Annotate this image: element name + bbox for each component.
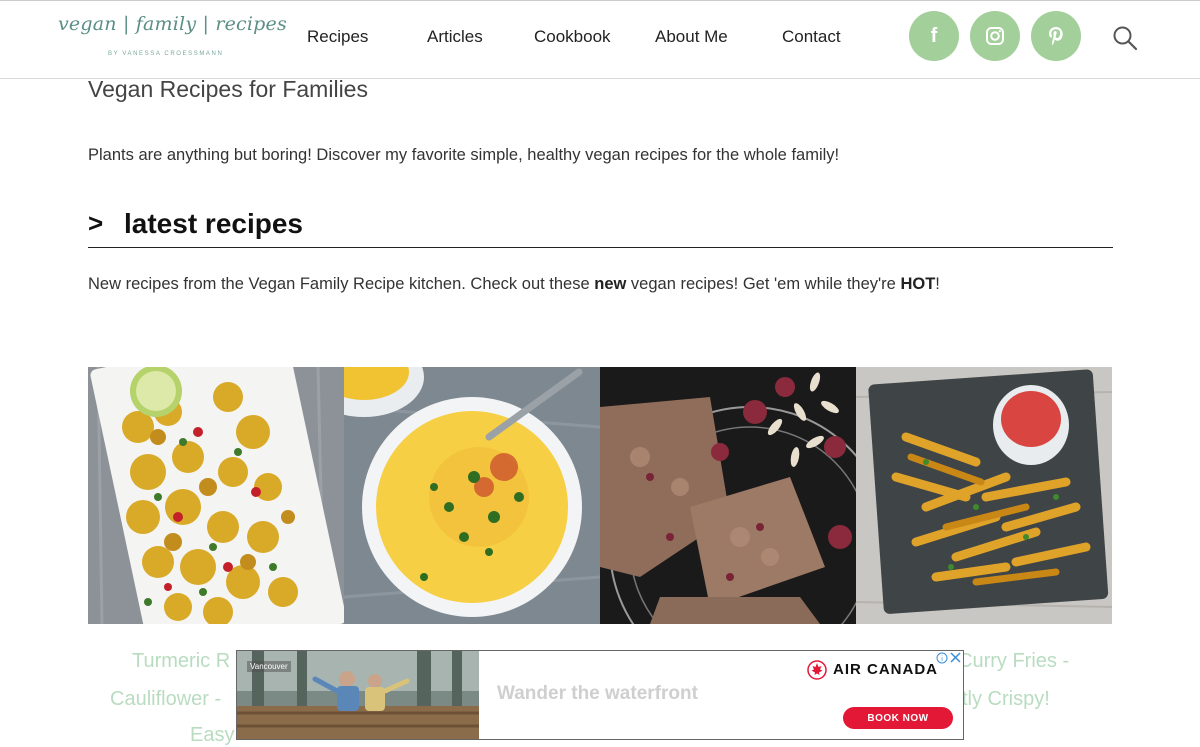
desc-text: New recipes from the Vegan Family Recipe…: [88, 275, 595, 293]
recipe-image: [344, 367, 600, 624]
ad-location-label: Vancouver: [247, 661, 291, 672]
recipe-card-curry-fries[interactable]: [856, 367, 1112, 624]
ad-close-icon[interactable]: i: [936, 651, 962, 665]
latest-recipes-heading: > latest recipes: [88, 206, 1113, 248]
pinterest-button[interactable]: [1031, 11, 1081, 61]
recipe-caption-line[interactable]: tly Crispy!: [962, 688, 1050, 711]
section-description: New recipes from the Vegan Family Recipe…: [88, 275, 940, 294]
desc-text: !: [935, 275, 940, 293]
recipe-card-turmeric-cauliflower[interactable]: [88, 367, 344, 624]
site-logo[interactable]: vegan | family | recipes BY VANESSA CROE…: [58, 13, 287, 63]
maple-leaf-icon: [807, 660, 827, 680]
book-now-button[interactable]: BOOK NOW: [843, 707, 953, 729]
desc-bold-new: new: [594, 275, 627, 293]
logo-text: vegan | family | recipes: [58, 13, 287, 35]
desc-bold-hot: HOT: [900, 275, 936, 293]
ad-brand-name: AIR CANADA: [833, 661, 938, 678]
desc-text: vegan recipes! Get 'em while they're: [626, 275, 901, 293]
facebook-icon: f: [930, 24, 938, 47]
nav-item-cookbook[interactable]: Cookbook: [534, 27, 611, 47]
section-title-label: latest recipes: [124, 208, 303, 239]
recipe-image: [88, 367, 344, 624]
nav-item-recipes[interactable]: Recipes: [307, 27, 368, 47]
recipe-card-soup[interactable]: [344, 367, 600, 624]
svg-text:i: i: [941, 656, 943, 663]
ad-headline: Wander the waterfront: [497, 683, 698, 704]
nav-item-articles[interactable]: Articles: [427, 27, 483, 47]
instagram-icon: [986, 27, 1004, 45]
intro-text: Plants are anything but boring! Discover…: [88, 146, 840, 164]
search-icon[interactable]: [1111, 24, 1139, 52]
nav-item-contact[interactable]: Contact: [782, 27, 841, 47]
recipe-card-scones[interactable]: [600, 367, 856, 624]
pinterest-icon: [1049, 27, 1063, 46]
facebook-button[interactable]: f: [909, 11, 959, 61]
recipe-caption-line[interactable]: Cauliflower -: [110, 688, 221, 711]
logo-subtitle: BY VANESSA CROESSMANN: [108, 51, 224, 57]
sticky-ad-banner[interactable]: Vancouver Wander the waterfront AIR CANA…: [236, 650, 964, 740]
recipe-caption-line[interactable]: Easy: [190, 724, 234, 747]
recipe-image: [600, 367, 856, 624]
site-header: vegan | family | recipes BY VANESSA CROE…: [0, 0, 1200, 79]
recipe-image: [856, 367, 1112, 624]
recipe-caption-line[interactable]: Turmeric R: [132, 650, 230, 673]
recipe-caption-line[interactable]: Curry Fries -: [958, 650, 1069, 673]
chevron-right-icon: >: [88, 208, 104, 238]
nav-item-about-me[interactable]: About Me: [655, 27, 728, 47]
instagram-button[interactable]: [970, 11, 1020, 61]
page-title: Vegan Recipes for Families: [88, 76, 368, 102]
